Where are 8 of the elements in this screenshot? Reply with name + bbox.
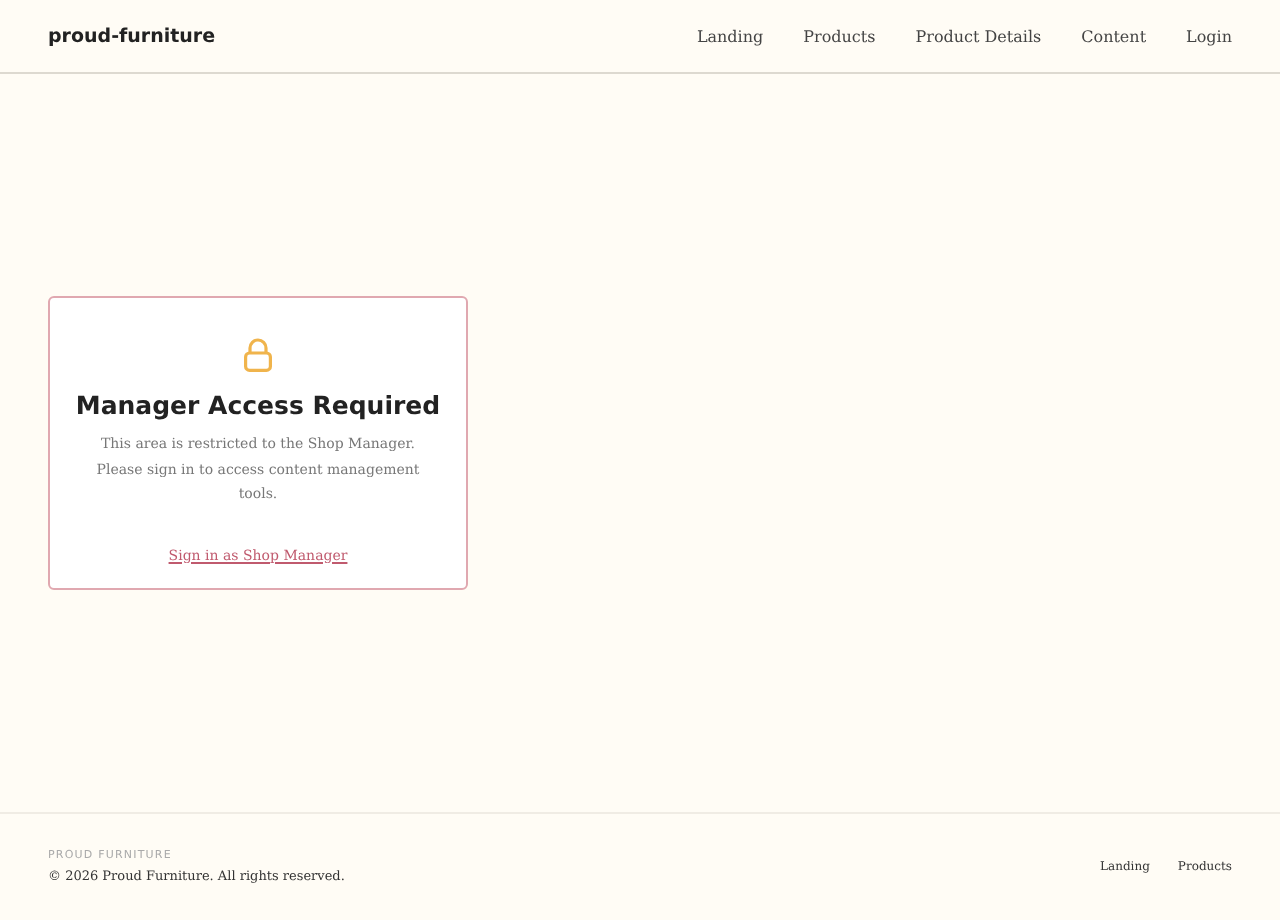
nav-link[interactable]: Product Details xyxy=(915,27,1042,45)
nav-link[interactable]: Content xyxy=(1081,27,1147,45)
site-logo[interactable]: proud-furniture xyxy=(48,25,216,47)
card-title: Manager Access Required xyxy=(75,390,441,420)
nav-link[interactable]: Products xyxy=(803,27,876,45)
lock-icon xyxy=(242,338,274,372)
nav-link[interactable]: Login xyxy=(1186,27,1232,45)
nav-link[interactable]: Landing xyxy=(696,27,764,45)
